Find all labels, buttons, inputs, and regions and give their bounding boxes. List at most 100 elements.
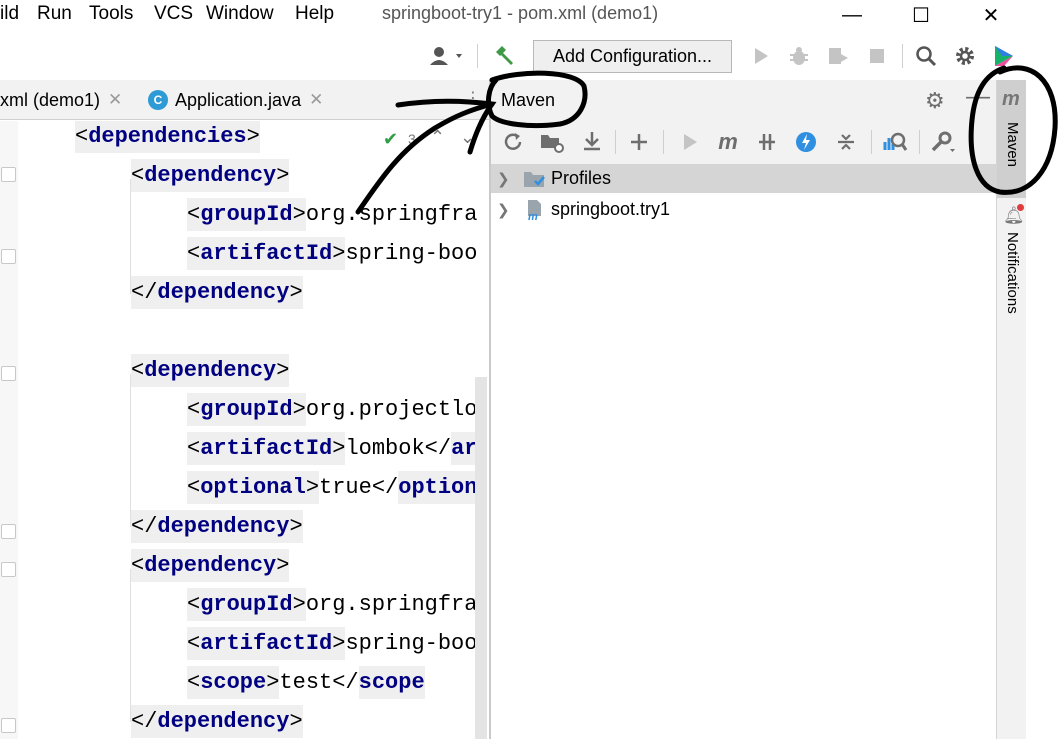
toggle-offline-icon[interactable] (752, 128, 782, 156)
editor-scrollbar[interactable] (475, 377, 487, 739)
xml-close-tag: </dependency> (131, 510, 303, 543)
maven-header: Maven ⚙ — (491, 80, 996, 120)
add-icon[interactable] (624, 128, 654, 156)
gear-icon[interactable]: ⚙ (925, 88, 945, 114)
code-editor[interactable]: <dependencies> <dependency> <groupId> org.s… (0, 121, 489, 739)
code-line[interactable]: <artifactId> spring-boo (187, 624, 477, 663)
tree-item-profiles[interactable]: ❯ Profiles (491, 164, 996, 193)
search-icon[interactable] (912, 42, 940, 70)
build-hammer-icon[interactable] (490, 42, 518, 70)
minimize-panel-icon[interactable]: — (966, 83, 990, 111)
code-line[interactable]: <optional> true</option (187, 468, 478, 507)
xml-open-tag: <groupId> (187, 393, 306, 426)
xml-text: true</ (319, 475, 399, 500)
maven-icon: m (1002, 88, 1020, 110)
fold-marker-icon[interactable] (1, 524, 16, 539)
chevron-up-icon[interactable]: ⌃ (430, 127, 445, 148)
xml-text: spring-boo (345, 631, 478, 656)
toolbox-icon[interactable] (990, 42, 1018, 70)
xml-close-tag-name: ar (451, 432, 478, 465)
reload-icon[interactable] (498, 128, 528, 156)
menu-build[interactable]: ild (0, 3, 19, 25)
notifications-strip-label[interactable]: Notifications (1004, 232, 1021, 314)
code-line[interactable]: </dependency> (131, 702, 303, 739)
xml-open-tag: <dependency> (131, 549, 290, 582)
xml-close-tag: </dependency> (131, 705, 303, 738)
chevron-down-icon[interactable]: ⌄ (460, 127, 475, 148)
collapse-all-icon[interactable] (831, 128, 861, 156)
maven-strip-label: Maven (1004, 122, 1021, 168)
minimize-icon: — (842, 3, 862, 26)
toolbar-divider (902, 44, 903, 68)
tab-label: xml (demo1) (0, 89, 101, 110)
xml-close-tag: </dependency> (131, 276, 303, 309)
user-icon[interactable] (426, 42, 470, 70)
java-class-icon: C (148, 90, 168, 110)
chevron-right-icon[interactable]: ❯ (497, 170, 511, 188)
xml-text: org.projectlo (305, 397, 478, 422)
fold-marker-icon[interactable] (1, 167, 16, 182)
code-line[interactable]: <dependencies> (75, 121, 260, 156)
skip-tests-icon[interactable] (791, 128, 821, 156)
menu-bar: ild Run Tools VCS Window Help springboot… (0, 0, 1026, 32)
code-line[interactable]: </dependency> (131, 507, 303, 546)
code-line[interactable]: </dependency> (131, 273, 303, 312)
stop-icon[interactable] (863, 42, 891, 70)
xml-open-tag: <dependency> (131, 159, 290, 192)
debug-icon[interactable] (785, 42, 813, 70)
code-line[interactable]: <artifactId> spring-boo (187, 234, 477, 273)
xml-open-tag: <dependency> (131, 354, 290, 387)
close-icon[interactable]: ✕ (108, 90, 122, 110)
menu-help[interactable]: Help (295, 3, 334, 25)
coverage-icon[interactable] (824, 42, 852, 70)
code-line[interactable]: <dependency> (131, 546, 290, 585)
toolbar-divider (871, 130, 872, 154)
fold-marker-icon[interactable] (1, 718, 16, 733)
tree-item-project[interactable]: ❯ m springboot.try1 (491, 195, 996, 224)
toolbar-divider (615, 130, 616, 154)
reimport-folder-icon[interactable] (537, 128, 567, 156)
toolbar-divider (477, 44, 478, 68)
menu-vcs[interactable]: VCS (154, 3, 193, 25)
window-edge (1026, 0, 1060, 739)
fold-marker-icon[interactable] (1, 366, 16, 381)
close-window-button[interactable]: ✕ (967, 0, 1015, 30)
code-line[interactable]: <scope> test</scope (187, 663, 425, 702)
menu-run[interactable]: Run (37, 3, 72, 25)
indent-guide (130, 374, 131, 527)
tab-application-java[interactable]: C Application.java ✕ (148, 80, 323, 120)
xml-open-tag: <groupId> (187, 198, 306, 231)
minimize-button[interactable]: — (828, 0, 876, 30)
inspection-ok-icon[interactable]: ✔ (383, 129, 398, 150)
add-configuration-button[interactable]: Add Configuration... (533, 40, 732, 73)
code-line[interactable]: <dependency> (131, 351, 290, 390)
tab-pom-xml[interactable]: xml (demo1) ✕ (0, 80, 122, 120)
profiles-folder-icon (523, 169, 547, 189)
run-icon[interactable] (675, 128, 705, 156)
settings-icon[interactable] (951, 42, 979, 70)
close-icon: ✕ (982, 4, 1000, 27)
download-icon[interactable] (577, 128, 607, 156)
code-line[interactable]: <groupId> org.springfra (187, 195, 477, 234)
code-line[interactable]: <artifactId> lombok</ar (187, 429, 478, 468)
xml-open-tag: <groupId> (187, 588, 306, 621)
editor-gutter (0, 121, 18, 739)
maven-tool-window-button[interactable]: m Maven (997, 80, 1027, 198)
code-line[interactable]: <groupId> org.springfra (187, 585, 477, 624)
tree-item-label: springboot.try1 (551, 199, 671, 219)
fold-marker-icon[interactable] (1, 562, 16, 577)
settings-wrench-icon[interactable] (928, 128, 958, 156)
code-line[interactable]: <groupId> org.projectlo (187, 390, 477, 429)
more-options-icon[interactable]: ⋮ (465, 88, 481, 108)
menu-window[interactable]: Window (206, 3, 274, 25)
fold-marker-icon[interactable] (1, 249, 16, 264)
maximize-button[interactable]: ☐ (897, 0, 945, 30)
close-icon[interactable]: ✕ (309, 90, 323, 110)
chevron-right-icon[interactable]: ❯ (497, 201, 511, 219)
code-line[interactable]: <dependency> (131, 156, 290, 195)
maven-goal-icon[interactable]: m (713, 128, 743, 156)
xml-text: lombok</ (345, 436, 452, 461)
analyze-icon[interactable] (880, 128, 910, 156)
run-icon[interactable] (747, 42, 775, 70)
menu-tools[interactable]: Tools (89, 3, 133, 25)
